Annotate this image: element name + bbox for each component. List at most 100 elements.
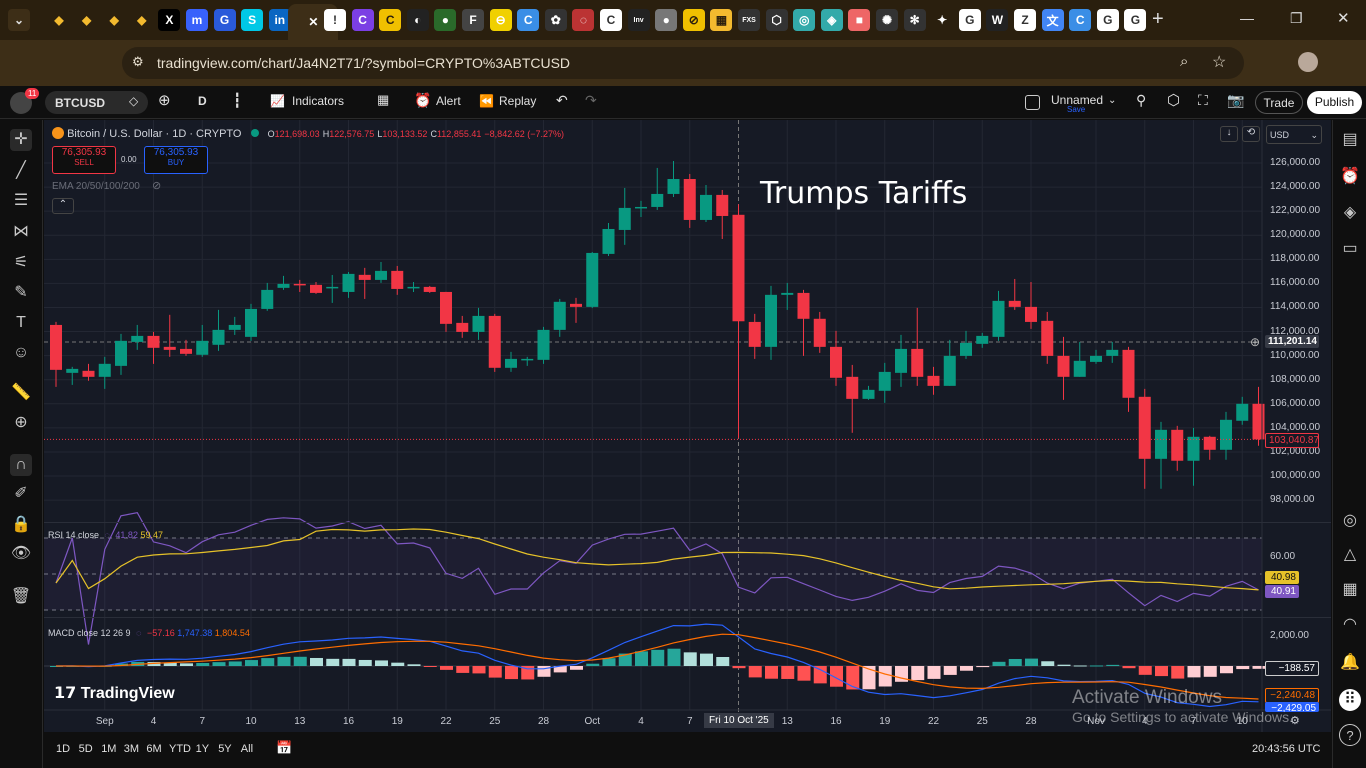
tab-binance-icon[interactable]: ◆ (48, 9, 70, 31)
tab-site-icon[interactable]: ⊖ (489, 9, 512, 31)
alert-button[interactable]: Alert (436, 94, 461, 108)
tab-google-icon[interactable]: G (958, 9, 981, 31)
timeframe-ytd[interactable]: YTD (169, 743, 191, 755)
screenshot-icon[interactable]: 📷 (1227, 92, 1244, 109)
tab-site-icon[interactable]: ■ (848, 9, 871, 31)
tab-site-icon[interactable]: ◈ (820, 9, 843, 31)
timeframe-3m[interactable]: 3M (124, 743, 139, 755)
lock-icon[interactable]: 🔒 (10, 514, 32, 536)
tab-site-icon[interactable]: ▦ (710, 9, 733, 31)
url-field[interactable]: ⚙ tradingview.com/chart/Ja4N2T71/?symbol… (122, 47, 1244, 79)
tab-translate-icon[interactable]: 文 (1041, 9, 1064, 31)
auto-scale-icon[interactable]: ⟲ (1242, 126, 1260, 142)
tab-x-icon[interactable]: X (158, 9, 181, 31)
close-window-icon[interactable]: ✕ (1337, 9, 1350, 27)
indicators-button[interactable]: Indicators (292, 94, 344, 108)
replay-button[interactable]: Replay (499, 94, 536, 108)
interval-button[interactable]: D (198, 94, 207, 108)
publish-button[interactable]: Publish (1307, 91, 1362, 114)
buy-button[interactable]: 76,305.93 BUY (144, 146, 208, 174)
ideas-icon[interactable]: △ (1339, 544, 1361, 566)
timeframe-1y[interactable]: 1Y (196, 743, 209, 755)
notifications-bell-icon[interactable]: 🔔 (1339, 652, 1361, 674)
profile-avatar[interactable] (1298, 52, 1318, 72)
tab-site-icon[interactable]: ◎ (793, 9, 816, 31)
trend-line-icon[interactable]: ╱ (10, 160, 32, 182)
tab-coingecko-icon[interactable]: G (213, 9, 236, 31)
tradingview-logo[interactable]: 𝟭𝟳 TradingView (54, 683, 175, 703)
tab-site-icon[interactable]: ✻ (903, 9, 926, 31)
time-axis-settings-icon[interactable]: ⚙ (1290, 714, 1300, 727)
tab-site-icon[interactable]: ⊘ (682, 9, 705, 31)
tab-site-icon[interactable]: C (379, 9, 402, 31)
layout-checkbox-icon[interactable] (1025, 95, 1040, 110)
pane-divider[interactable] (44, 617, 1331, 618)
magnet-icon[interactable]: ∩ (10, 454, 32, 476)
tab-fxs-icon[interactable]: FXS (738, 9, 760, 31)
symbol-title[interactable]: Bitcoin / U.S. Dollar · 1D · CRYPTO (67, 128, 241, 140)
sell-button[interactable]: 76,305.93 SELL (52, 146, 116, 174)
add-alert-plus-icon[interactable]: ⊕ (1250, 335, 1260, 349)
redo-icon[interactable]: ↷ (585, 92, 597, 109)
tab-site-icon[interactable]: ● (434, 9, 457, 31)
stay-drawing-icon[interactable]: ✐ (10, 483, 32, 505)
new-tab-button[interactable]: + (1152, 8, 1164, 31)
chart-annotation-text[interactable]: Trumps Tariffs (760, 176, 967, 211)
tab-investing-icon[interactable]: Inv (627, 9, 650, 31)
currency-select[interactable]: USD ⌄ (1266, 125, 1322, 144)
text-icon[interactable]: T (10, 312, 32, 334)
timeframe-1d[interactable]: 1D (56, 743, 70, 755)
tab-site-icon[interactable]: ◌ (572, 9, 595, 31)
tab-site-icon[interactable]: ⬡ (765, 9, 788, 31)
undo-icon[interactable]: ↶ (556, 92, 568, 109)
target-icon[interactable]: ◎ (1339, 510, 1361, 532)
tab-site-icon[interactable]: W (986, 9, 1009, 31)
help-icon[interactable]: ? (1339, 724, 1361, 746)
site-info-icon[interactable]: ⚙ (132, 54, 144, 70)
tab-bitget-icon[interactable]: S (241, 9, 264, 31)
brush-icon[interactable]: ✎ (10, 282, 32, 304)
fib-retracement-icon[interactable]: ☰ (10, 190, 32, 212)
layout-chevron-down-icon[interactable]: ⌄ (1108, 95, 1116, 106)
eye-icon[interactable]: 👁 (10, 543, 32, 565)
pattern-icon[interactable]: ⋈ (10, 221, 32, 243)
minimize-icon[interactable]: — (1240, 10, 1254, 26)
tab-site-icon[interactable]: C (351, 9, 374, 31)
candles-icon[interactable]: ┇ (233, 92, 241, 109)
tab-search-chevron-icon[interactable]: ⌄ (8, 9, 30, 31)
tab-binance-icon[interactable]: ◆ (103, 9, 125, 31)
tab-site-icon[interactable]: C (600, 9, 622, 31)
prediction-icon[interactable]: ⚟ (10, 252, 32, 274)
tab-site-icon[interactable]: ● (655, 9, 678, 31)
tab-openai-icon[interactable]: ✿ (544, 9, 567, 31)
ema-indicator-label[interactable]: EMA 20/50/100/200 (52, 181, 140, 192)
trade-button[interactable]: Trade (1255, 91, 1303, 114)
crosshair-icon[interactable]: ✛ (10, 129, 32, 151)
streams-icon[interactable]: ◠ (1339, 614, 1361, 636)
zoom-search-icon[interactable]: ⌕ (1180, 53, 1188, 70)
emoji-icon[interactable]: ☺ (10, 342, 32, 364)
timeframe-1m[interactable]: 1M (101, 743, 116, 755)
tab-site-icon[interactable]: Z (1014, 9, 1036, 31)
alerts-clock-icon[interactable]: ⏰ (1339, 166, 1361, 188)
watchlist-icon[interactable]: ▤ (1339, 129, 1361, 151)
utc-clock[interactable]: 20:43:56 UTC (1252, 743, 1320, 755)
save-link[interactable]: Save (1067, 105, 1085, 114)
rsi-legend[interactable]: RSI 14 close ◌ 41.82 59.47 (48, 530, 163, 540)
trash-icon[interactable]: 🗑 (10, 586, 32, 608)
timeframe-5d[interactable]: 5D (79, 743, 93, 755)
tab-binance-icon[interactable]: ◆ (131, 9, 153, 31)
symbol-search[interactable]: BTCUSD ◇ (45, 91, 148, 114)
tab-site-icon[interactable]: C (1069, 9, 1092, 31)
chart-canvas[interactable] (44, 120, 1331, 732)
tab-site-icon[interactable]: C (517, 9, 540, 31)
tab-site-icon[interactable]: ! (324, 9, 346, 31)
compare-add-icon[interactable]: ⊕ (158, 91, 171, 109)
diamond-icon[interactable]: ◇ (129, 94, 138, 108)
settings-icon[interactable]: ⬡ (1167, 91, 1180, 109)
restore-icon[interactable]: ❐ (1290, 10, 1303, 27)
timeframe-6m[interactable]: 6M (146, 743, 161, 755)
scroll-down-icon[interactable]: ↓ (1220, 126, 1238, 142)
quick-search-icon[interactable]: ⚲ (1136, 92, 1146, 109)
tab-coinmarketcap-icon[interactable]: m (186, 9, 208, 31)
